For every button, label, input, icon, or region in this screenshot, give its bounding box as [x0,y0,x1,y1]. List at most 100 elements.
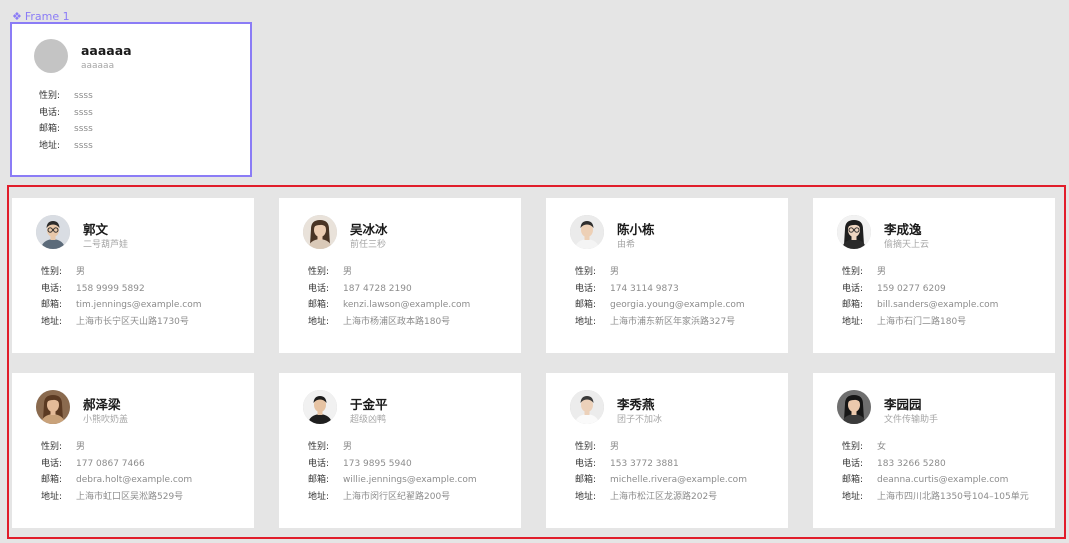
detail-label: 电话: [575,283,597,294]
detail-label: 电话: [41,458,63,469]
detail-value: tim.jennings@example.com [76,300,202,311]
detail-row-phone: 电话: ssss [39,105,244,122]
detail-row-phone: 电话: 153 3772 3881 [575,456,780,473]
card-name: 于金平 [350,397,388,412]
card-name: aaaaaa [81,43,132,58]
detail-label: 地址: [842,317,864,328]
detail-label: 电话: [842,283,864,294]
contact-card-7[interactable]: 李秀燕 团子不加冰 性别: 男 电话: 153 3772 3881 邮箱: mi… [546,373,788,528]
detail-row-address: 地址: 上海市浦东新区年家浜路327号 [575,314,780,331]
card-name: 李成逸 [884,222,922,237]
card-name: 郭文 [83,222,109,237]
detail-value: 上海市闵行区纪翟路200号 [343,492,451,503]
detail-row-gender: 性别: 男 [575,439,780,456]
detail-row-address: 地址: 上海市松江区龙源路202号 [575,489,780,506]
detail-label: 电话: [308,283,330,294]
detail-label: 电话: [842,458,864,469]
detail-row-gender: 性别: 男 [575,264,780,281]
detail-label: 邮箱: [842,475,864,486]
detail-value: 183 3266 5280 [877,458,946,469]
detail-row-email: 邮箱: georgia.young@example.com [575,297,780,314]
detail-row-email: 邮箱: deanna.curtis@example.com [842,472,1047,489]
detail-row-address: 地址: 上海市闵行区纪翟路200号 [308,489,513,506]
detail-value: 男 [877,267,887,277]
avatar-woman-glasses [837,215,871,249]
contact-card-4[interactable]: 李成逸 偷摘天上云 性别: 男 电话: 159 0277 6209 邮箱: bi… [813,198,1055,353]
detail-row-email: 邮箱: ssss [39,121,244,138]
card-nickname: 由希 [617,240,636,250]
card-details: 性别: 男 电话: 159 0277 6209 邮箱: bill.sanders… [842,264,1047,331]
detail-value: ssss [74,91,93,101]
detail-value: michelle.rivera@example.com [610,475,747,486]
detail-value: 男 [610,442,620,452]
detail-label: 电话: [41,283,63,294]
detail-value: 男 [76,442,86,452]
card-nickname: 偷摘天上云 [884,240,930,250]
contact-card-6[interactable]: 于金平 超级凶鸭 性别: 男 电话: 173 9895 5940 邮箱: wil… [279,373,521,528]
contact-card-2[interactable]: 吴冰冰 前任三秒 性别: 男 电话: 187 4728 2190 邮箱: ken… [279,198,521,353]
detail-label: 邮箱: [39,124,61,135]
detail-row-phone: 电话: 174 3114 9873 [575,281,780,298]
detail-value: 177 0867 7466 [76,458,145,469]
detail-value: willie.jennings@example.com [343,475,477,486]
avatar-man-glasses [36,215,70,249]
detail-value: 174 3114 9873 [610,283,679,294]
card-details: 性别: 女 电话: 183 3266 5280 邮箱: deanna.curti… [842,439,1047,506]
detail-value: 上海市石门二路180号 [877,317,967,328]
card-details: 性别: 男 电话: 153 3772 3881 邮箱: michelle.riv… [575,439,780,506]
detail-value: 上海市四川北路1350号104–105单元 [877,492,1029,503]
frame-label[interactable]: ❖ Frame 1 [12,9,70,23]
component-icon: ❖ [12,9,22,23]
detail-row-phone: 电话: 173 9895 5940 [308,456,513,473]
detail-row-email: 邮箱: kenzi.lawson@example.com [308,297,513,314]
detail-row-address: 地址: 上海市长宁区天山路1730号 [41,314,246,331]
detail-label: 电话: [308,458,330,469]
detail-row-phone: 电话: 177 0867 7466 [41,456,246,473]
detail-value: 上海市松江区龙源路202号 [610,492,718,503]
detail-row-email: 邮箱: bill.sanders@example.com [842,297,1047,314]
detail-row-email: 邮箱: michelle.rivera@example.com [575,472,780,489]
card-name: 吴冰冰 [350,222,388,237]
avatar-man-white-shirt [570,390,604,424]
detail-label: 邮箱: [575,300,597,311]
contact-card-1[interactable]: 郭文 二号葫芦娃 性别: 男 电话: 158 9999 5892 邮箱: tim… [12,198,254,353]
detail-row-gender: 性别: ssss [39,88,244,105]
detail-label: 地址: [41,492,63,503]
detail-label: 邮箱: [308,300,330,311]
card-nickname: 超级凶鸭 [350,415,387,425]
detail-label: 地址: [39,141,61,152]
detail-value: 159 0277 6209 [877,283,946,294]
card-nickname: 前任三秒 [350,240,387,250]
detail-row-gender: 性别: 男 [842,264,1047,281]
detail-label: 性别: [41,442,63,452]
detail-value: 上海市长宁区天山路1730号 [76,317,189,328]
detail-value: ssss [74,141,93,152]
avatar-woman-long-hair [303,215,337,249]
card-name: 陈小栋 [617,222,655,237]
detail-label: 性别: [308,267,330,277]
detail-label: 性别: [842,442,864,452]
detail-label: 地址: [575,492,597,503]
contact-card-8[interactable]: 李园园 文件传输助手 性别: 女 电话: 183 3266 5280 邮箱: d… [813,373,1055,528]
contact-card-3[interactable]: 陈小栋 由希 性别: 男 电话: 174 3114 9873 邮箱: georg… [546,198,788,353]
detail-label: 邮箱: [842,300,864,311]
detail-value: 上海市杨浦区政本路180号 [343,317,451,328]
detail-value: 153 3772 3881 [610,458,679,469]
frame-label-text: Frame 1 [24,9,70,23]
card-details: 性别: 男 电话: 174 3114 9873 邮箱: georgia.youn… [575,264,780,331]
avatar-placeholder [34,39,68,73]
detail-value: deanna.curtis@example.com [877,475,1009,486]
detail-label: 邮箱: [308,475,330,486]
card-name: 李园园 [884,397,922,412]
detail-value: 上海市虹口区吴淞路529号 [76,492,184,503]
detail-label: 性别: [308,442,330,452]
detail-value: 187 4728 2190 [343,283,412,294]
detail-row-phone: 电话: 183 3266 5280 [842,456,1047,473]
detail-label: 地址: [575,317,597,328]
detail-row-gender: 性别: 男 [41,264,246,281]
detail-label: 地址: [308,492,330,503]
detail-row-phone: 电话: 158 9999 5892 [41,281,246,298]
detail-label: 电话: [575,458,597,469]
frame-1[interactable]: aaaaaa aaaaaa 性别: ssss 电话: ssss 邮箱: ssss… [10,22,252,177]
contact-card-5[interactable]: 郝泽梁 小熊吹奶盖 性别: 男 电话: 177 0867 7466 邮箱: de… [12,373,254,528]
